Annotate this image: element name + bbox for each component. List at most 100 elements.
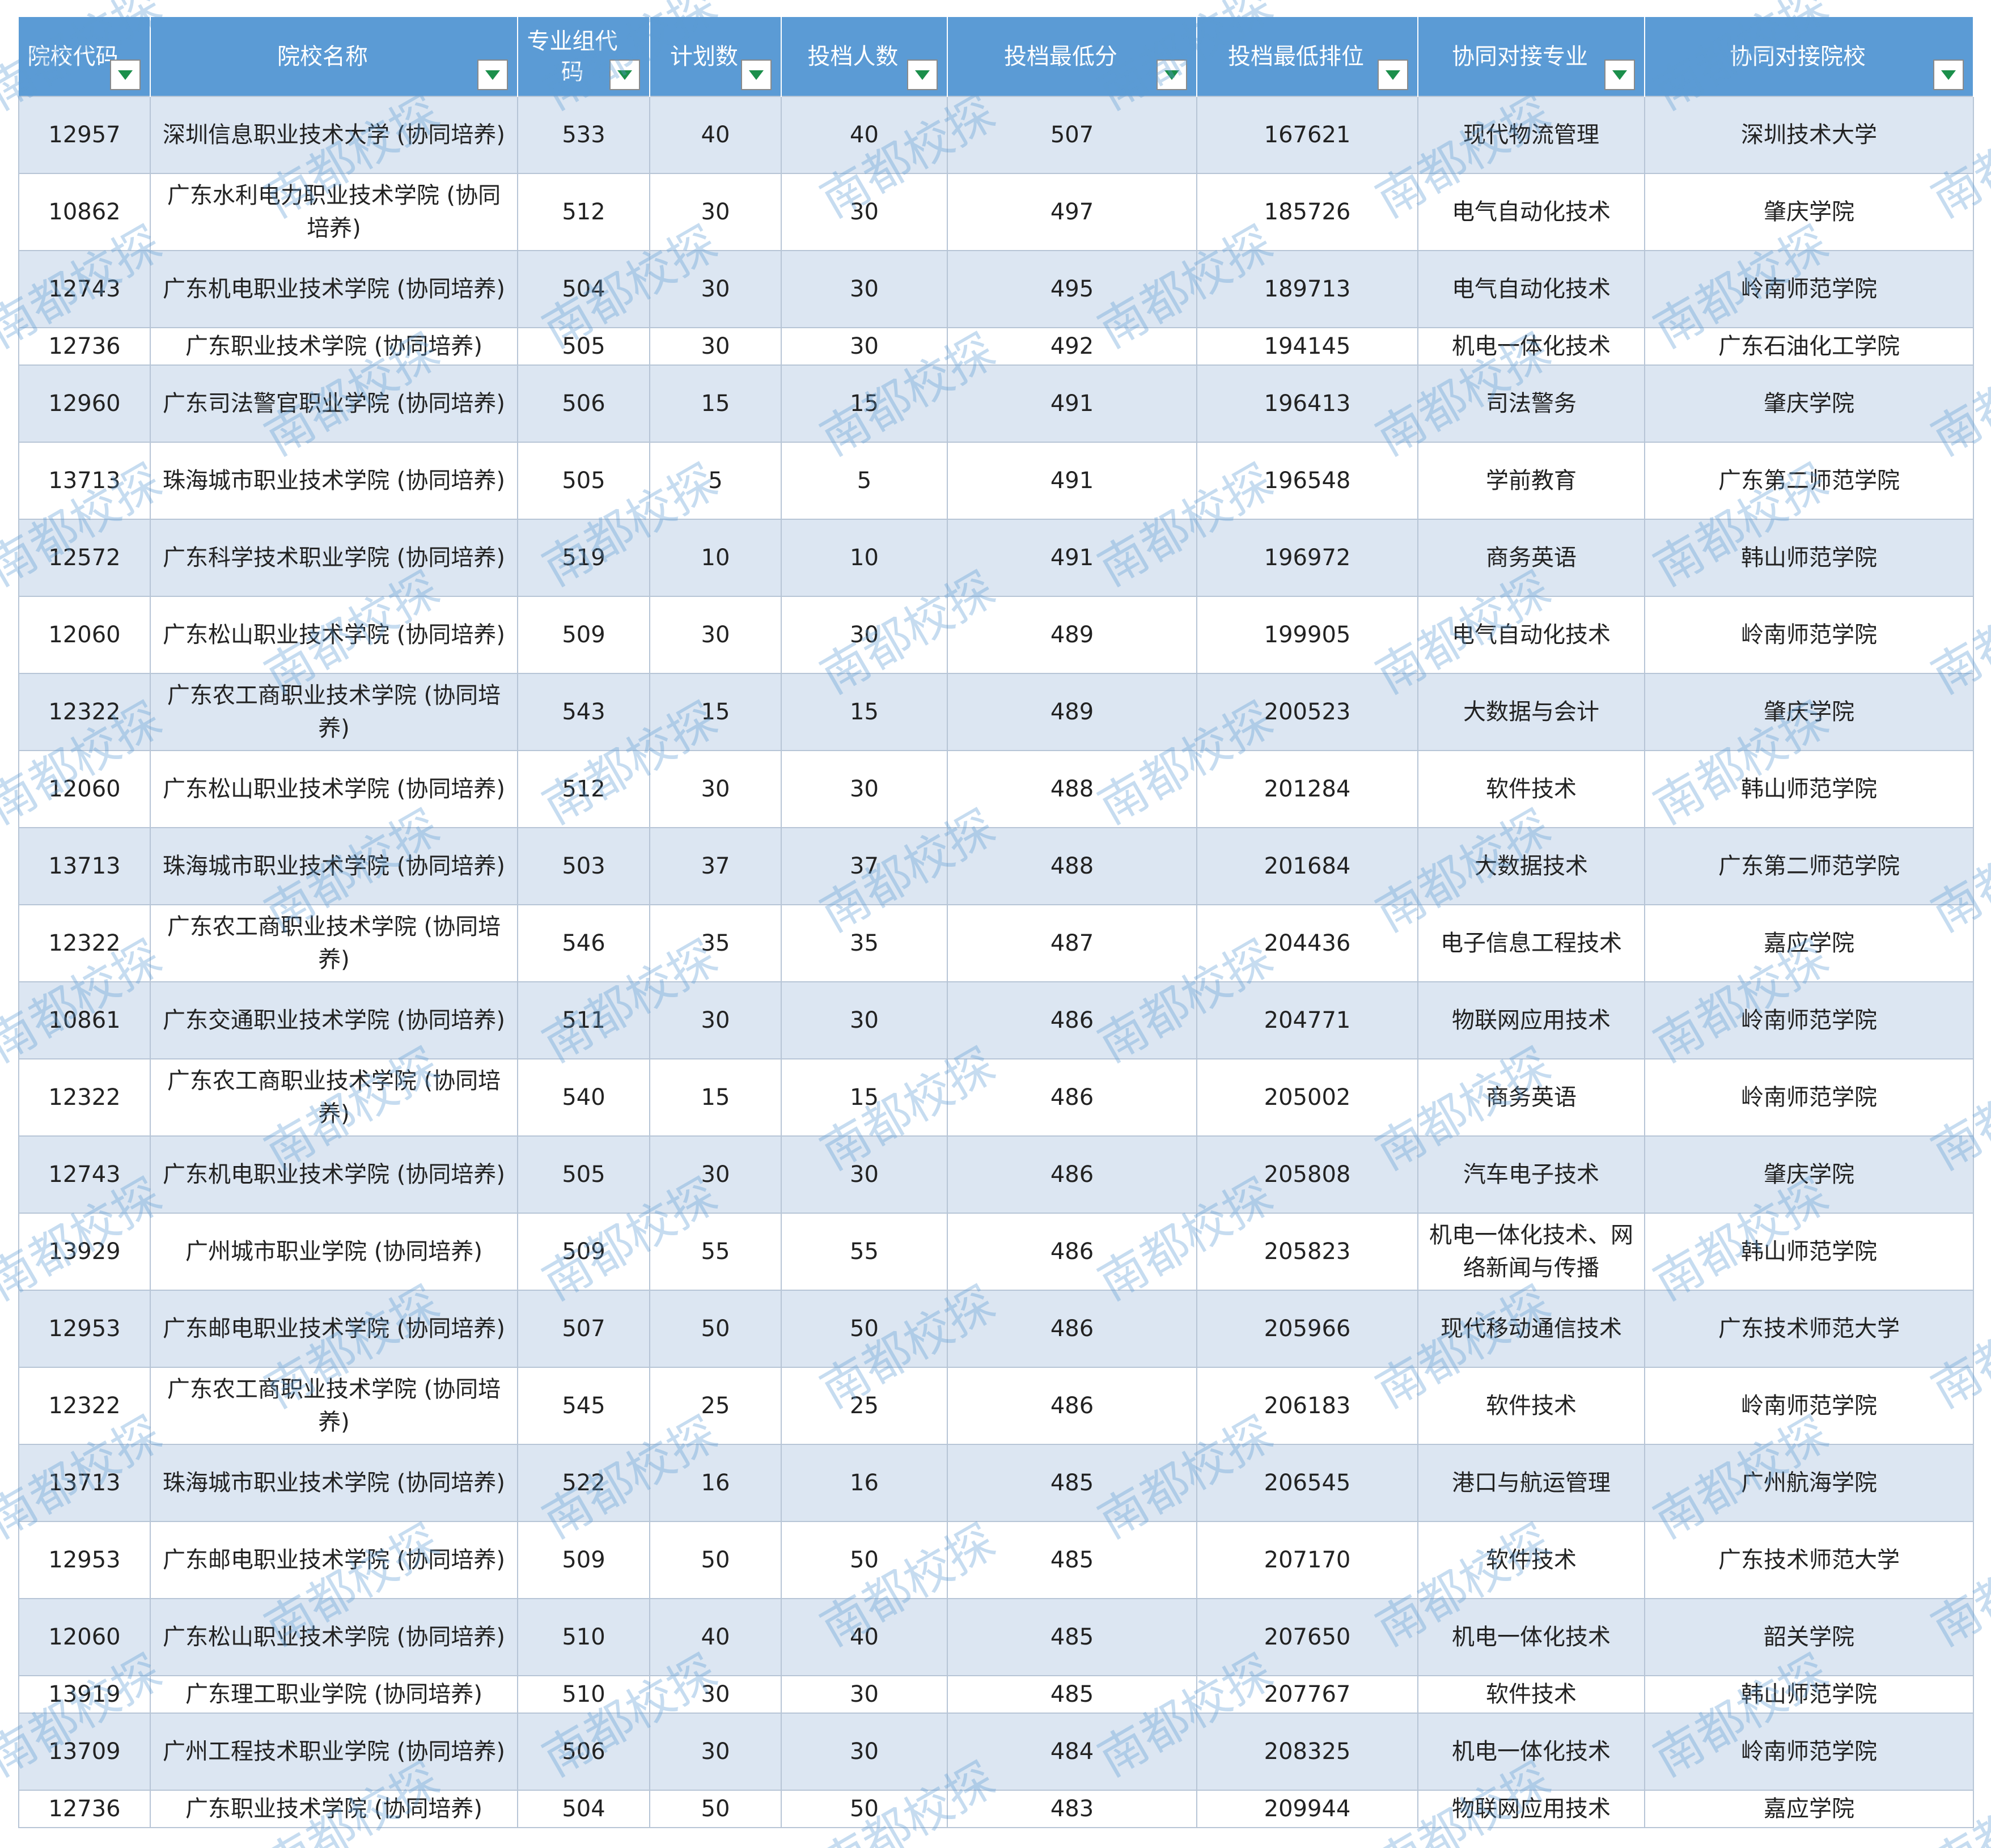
cell-joint-school[interactable]: 广东技术师范大学 [1644, 1521, 1974, 1599]
cell-joint-school[interactable]: 广东石油化工学院 [1644, 327, 1974, 366]
cell-school-code[interactable]: 12953 [18, 1521, 151, 1599]
cell-group-code[interactable]: 506 [517, 364, 650, 443]
cell-plan-count[interactable]: 30 [649, 750, 782, 828]
cell-group-code[interactable]: 546 [517, 904, 650, 982]
filter-dropdown-icon[interactable] [741, 60, 772, 90]
cell-min-score[interactable]: 485 [947, 1521, 1197, 1599]
cell-joint-school[interactable]: 广东技术师范大学 [1644, 1290, 1974, 1368]
cell-school-name[interactable]: 广州工程技术职业学院 (协同培养) [150, 1713, 518, 1791]
cell-group-code[interactable]: 519 [517, 519, 650, 597]
cell-joint-school[interactable]: 广州航海学院 [1644, 1444, 1974, 1522]
cell-joint-major[interactable]: 学前教育 [1417, 442, 1645, 520]
cell-joint-major[interactable]: 电气自动化技术 [1417, 173, 1645, 251]
cell-joint-major[interactable]: 电气自动化技术 [1417, 596, 1645, 674]
cell-school-code[interactable]: 12572 [18, 519, 151, 597]
cell-min-score[interactable]: 492 [947, 327, 1197, 366]
cell-admit-count[interactable]: 15 [781, 364, 948, 443]
cell-min-rank[interactable]: 206545 [1196, 1444, 1418, 1522]
cell-joint-major[interactable]: 机电一体化技术 [1417, 1713, 1645, 1791]
cell-group-code[interactable]: 540 [517, 1058, 650, 1137]
cell-min-score[interactable]: 497 [947, 173, 1197, 251]
cell-school-name[interactable]: 广东农工商职业技术学院 (协同培养) [150, 1058, 518, 1137]
cell-joint-major[interactable]: 港口与航运管理 [1417, 1444, 1645, 1522]
cell-min-score[interactable]: 486 [947, 1058, 1197, 1137]
cell-joint-major[interactable]: 机电一体化技术 [1417, 1598, 1645, 1676]
cell-school-code[interactable]: 12736 [18, 327, 151, 366]
cell-joint-school[interactable]: 岭南师范学院 [1644, 1713, 1974, 1791]
cell-admit-count[interactable]: 37 [781, 827, 948, 905]
cell-admit-count[interactable]: 30 [781, 173, 948, 251]
cell-joint-major[interactable]: 机电一体化技术、网络新闻与传播 [1417, 1213, 1645, 1291]
cell-plan-count[interactable]: 50 [649, 1521, 782, 1599]
cell-plan-count[interactable]: 30 [649, 173, 782, 251]
cell-joint-major[interactable]: 机电一体化技术 [1417, 327, 1645, 366]
cell-school-name[interactable]: 广东职业技术学院 (协同培养) [150, 327, 518, 366]
filter-dropdown-icon[interactable] [477, 60, 508, 90]
cell-min-rank[interactable]: 189713 [1196, 250, 1418, 328]
cell-admit-count[interactable]: 30 [781, 250, 948, 328]
cell-group-code[interactable]: 509 [517, 1213, 650, 1291]
cell-min-score[interactable]: 487 [947, 904, 1197, 982]
cell-admit-count[interactable]: 50 [781, 1290, 948, 1368]
cell-min-rank[interactable]: 200523 [1196, 673, 1418, 751]
cell-school-name[interactable]: 广东邮电职业技术学院 (协同培养) [150, 1290, 518, 1368]
cell-admit-count[interactable]: 40 [781, 1598, 948, 1676]
cell-plan-count[interactable]: 37 [649, 827, 782, 905]
cell-joint-major[interactable]: 软件技术 [1417, 1367, 1645, 1445]
filter-dropdown-icon[interactable] [907, 60, 938, 90]
cell-plan-count[interactable]: 5 [649, 442, 782, 520]
cell-plan-count[interactable]: 30 [649, 250, 782, 328]
cell-admit-count[interactable]: 55 [781, 1213, 948, 1291]
cell-school-code[interactable]: 12322 [18, 673, 151, 751]
cell-admit-count[interactable]: 30 [781, 750, 948, 828]
cell-joint-school[interactable]: 岭南师范学院 [1644, 596, 1974, 674]
filter-dropdown-icon[interactable] [1157, 60, 1187, 90]
cell-school-name[interactable]: 广东农工商职业技术学院 (协同培养) [150, 1367, 518, 1445]
cell-group-code[interactable]: 512 [517, 173, 650, 251]
cell-min-rank[interactable]: 167621 [1196, 96, 1418, 174]
cell-school-code[interactable]: 13713 [18, 1444, 151, 1522]
filter-dropdown-icon[interactable] [1378, 60, 1408, 90]
cell-school-code[interactable]: 13713 [18, 827, 151, 905]
cell-min-score[interactable]: 495 [947, 250, 1197, 328]
cell-group-code[interactable]: 543 [517, 673, 650, 751]
cell-admit-count[interactable]: 5 [781, 442, 948, 520]
cell-group-code[interactable]: 503 [517, 827, 650, 905]
cell-admit-count[interactable]: 30 [781, 981, 948, 1059]
cell-group-code[interactable]: 507 [517, 1290, 650, 1368]
cell-school-name[interactable]: 广东理工职业学院 (协同培养) [150, 1675, 518, 1714]
cell-school-name[interactable]: 广东松山职业技术学院 (协同培养) [150, 1598, 518, 1676]
cell-admit-count[interactable]: 30 [781, 1135, 948, 1214]
cell-group-code[interactable]: 545 [517, 1367, 650, 1445]
cell-min-score[interactable]: 488 [947, 827, 1197, 905]
cell-plan-count[interactable]: 40 [649, 1598, 782, 1676]
cell-plan-count[interactable]: 30 [649, 1713, 782, 1791]
cell-school-name[interactable]: 广东司法警官职业学院 (协同培养) [150, 364, 518, 443]
cell-joint-major[interactable]: 物联网应用技术 [1417, 981, 1645, 1059]
cell-joint-school[interactable]: 岭南师范学院 [1644, 981, 1974, 1059]
cell-min-score[interactable]: 486 [947, 1135, 1197, 1214]
cell-joint-major[interactable]: 商务英语 [1417, 1058, 1645, 1137]
cell-admit-count[interactable]: 40 [781, 96, 948, 174]
cell-min-rank[interactable]: 199905 [1196, 596, 1418, 674]
cell-plan-count[interactable]: 30 [649, 596, 782, 674]
cell-min-score[interactable]: 483 [947, 1790, 1197, 1828]
cell-min-rank[interactable]: 201684 [1196, 827, 1418, 905]
cell-min-rank[interactable]: 207170 [1196, 1521, 1418, 1599]
cell-joint-school[interactable]: 嘉应学院 [1644, 1790, 1974, 1828]
cell-plan-count[interactable]: 55 [649, 1213, 782, 1291]
cell-plan-count[interactable]: 30 [649, 1675, 782, 1714]
cell-min-rank[interactable]: 201284 [1196, 750, 1418, 828]
cell-min-rank[interactable]: 205808 [1196, 1135, 1418, 1214]
cell-joint-school[interactable]: 嘉应学院 [1644, 904, 1974, 982]
cell-plan-count[interactable]: 15 [649, 673, 782, 751]
cell-group-code[interactable]: 505 [517, 1135, 650, 1214]
filter-dropdown-icon[interactable] [1933, 60, 1964, 90]
cell-admit-count[interactable]: 50 [781, 1790, 948, 1828]
cell-school-name[interactable]: 广东农工商职业技术学院 (协同培养) [150, 673, 518, 751]
cell-min-rank[interactable]: 208325 [1196, 1713, 1418, 1791]
cell-school-name[interactable]: 广东机电职业技术学院 (协同培养) [150, 250, 518, 328]
cell-school-code[interactable]: 12743 [18, 250, 151, 328]
cell-min-rank[interactable]: 206183 [1196, 1367, 1418, 1445]
cell-joint-major[interactable]: 商务英语 [1417, 519, 1645, 597]
